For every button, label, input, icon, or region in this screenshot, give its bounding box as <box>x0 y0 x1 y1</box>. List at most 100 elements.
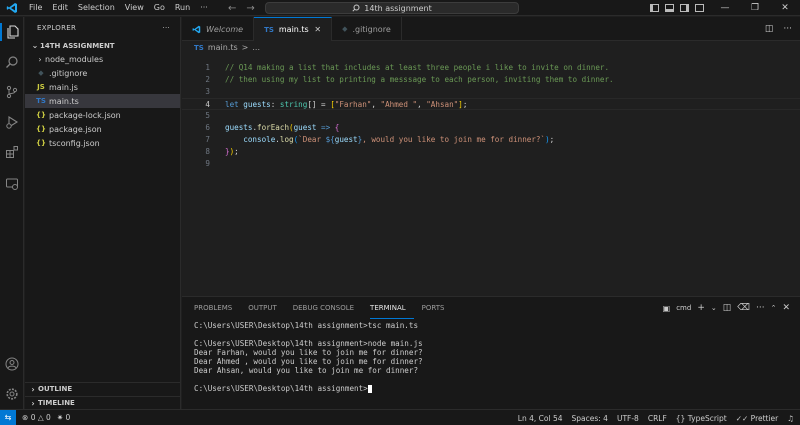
cursor-position[interactable]: Ln 4, Col 54 <box>518 414 563 423</box>
remote-indicator-icon[interactable]: ⇆ <box>0 409 16 425</box>
code-line[interactable]: 5 <box>182 110 800 122</box>
source-control-icon[interactable] <box>3 83 21 101</box>
timeline-section[interactable]: › TIMELINE <box>25 396 181 409</box>
tree-item-main-js[interactable]: JS main.js <box>25 80 180 94</box>
close-icon[interactable]: ✕ <box>314 25 321 34</box>
tree-item-gitignore[interactable]: ◆ .gitignore <box>25 66 180 80</box>
code-line[interactable]: 7 console.log(`Dear ${guest}, would you … <box>182 134 800 146</box>
indentation[interactable]: Spaces: 4 <box>572 414 608 423</box>
chevron-up-icon[interactable]: ⌃ <box>771 304 777 312</box>
remote-explorer-icon[interactable] <box>3 175 21 193</box>
close-window-icon[interactable]: ✕ <box>770 0 800 16</box>
code-line[interactable]: 1 // Q14 making a list that includes at l… <box>182 62 800 74</box>
outline-section[interactable]: › OUTLINE <box>25 382 181 395</box>
status-left: ⊗ 0 △ 0 ✷ 0 <box>16 413 70 422</box>
tree-item-tsconfig-json[interactable]: {} tsconfig.json <box>25 136 180 150</box>
tab-label: Welcome <box>206 24 244 34</box>
more-actions-icon[interactable]: ··· <box>783 24 792 34</box>
toggle-secondary-sidebar-icon[interactable] <box>680 4 689 12</box>
code-token: `Dear <box>298 135 326 144</box>
menu-more[interactable]: ··· <box>195 0 213 16</box>
activity-bar <box>0 17 24 409</box>
terminal-output[interactable]: C:\Users\USER\Desktop\14th assignment>ts… <box>194 321 423 393</box>
problems-status[interactable]: ⊗ 0 △ 0 <box>22 413 51 422</box>
restore-icon[interactable]: ❐ <box>740 0 770 16</box>
breadcrumb-more[interactable]: ... <box>252 43 260 52</box>
code-editor[interactable]: 1 // Q14 making a list that includes at l… <box>182 54 800 296</box>
account-icon[interactable] <box>3 355 21 373</box>
terminal-line: Dear Ahmed , would you like to join me f… <box>194 357 423 366</box>
tree-item-package-lock-json[interactable]: {} package-lock.json <box>25 108 180 122</box>
menu-bar: File Edit Selection View Go Run ··· <box>24 0 213 16</box>
prettier-status[interactable]: ✓✓ Prettier <box>736 414 779 423</box>
menu-view[interactable]: View <box>120 0 149 16</box>
tree-item-label: .gitignore <box>49 68 88 78</box>
more-actions-icon[interactable]: ··· <box>162 24 170 32</box>
tab-problems[interactable]: PROBLEMS <box>194 297 240 319</box>
chevron-down-icon[interactable]: ⌄ <box>711 304 717 312</box>
code-line[interactable]: 3 <box>182 86 800 98</box>
tab-gitignore[interactable]: ◆ .gitignore <box>332 17 402 41</box>
code-line[interactable]: 6 guests.forEach(guest => { <box>182 122 800 134</box>
toggle-primary-sidebar-icon[interactable] <box>650 4 659 12</box>
tab-main-ts[interactable]: TS main.ts ✕ <box>254 17 333 41</box>
ports-status[interactable]: ✷ 0 <box>57 413 70 422</box>
menu-selection[interactable]: Selection <box>73 0 120 16</box>
new-terminal-icon[interactable]: + <box>697 303 705 313</box>
workspace-folder[interactable]: ⌄ 14TH ASSIGNMENT <box>25 39 180 52</box>
explorer-header: EXPLORER ··· <box>25 17 180 39</box>
tree-item-main-ts[interactable]: TS main.ts <box>25 94 180 108</box>
notifications-bell-icon[interactable]: ♫ <box>787 414 794 423</box>
tab-welcome[interactable]: Welcome <box>182 17 255 41</box>
code-text: // then using my list to printing a mess… <box>225 74 614 86</box>
minimize-icon[interactable]: — <box>710 0 740 16</box>
extensions-icon[interactable] <box>3 143 21 161</box>
tree-item-node-modules[interactable]: › node_modules <box>25 52 180 66</box>
breadcrumb-file[interactable]: main.ts <box>208 43 238 52</box>
terminal-line: Dear Ahsan, would you like to join me fo… <box>194 366 419 375</box>
run-debug-icon[interactable] <box>3 113 21 131</box>
menu-edit[interactable]: Edit <box>47 0 73 16</box>
code-token: [] = <box>307 100 331 109</box>
manage-gear-icon[interactable] <box>3 385 21 403</box>
tree-item-package-json[interactable]: {} package.json <box>25 122 180 136</box>
menu-go[interactable]: Go <box>149 0 170 16</box>
tab-label: .gitignore <box>352 24 391 34</box>
forward-arrow-icon[interactable]: → <box>246 3 254 14</box>
customize-layout-icon[interactable] <box>695 4 704 12</box>
toggle-panel-icon[interactable] <box>665 4 674 12</box>
code-line[interactable]: 9 <box>182 158 800 170</box>
line-number: 8 <box>205 147 210 156</box>
language-mode[interactable]: {} TypeScript <box>676 414 727 423</box>
menu-file[interactable]: File <box>24 0 47 16</box>
search-icon[interactable] <box>3 53 21 71</box>
terminal-shell-name[interactable]: cmd <box>676 304 691 312</box>
chevron-right-icon: › <box>31 384 35 394</box>
encoding[interactable]: UTF-8 <box>617 414 639 423</box>
close-panel-icon[interactable]: ✕ <box>782 303 790 313</box>
line-number: 7 <box>205 135 210 144</box>
tab-terminal[interactable]: TERMINAL <box>370 297 414 319</box>
vscode-icon <box>192 25 201 33</box>
layout-controls <box>650 0 704 16</box>
end-of-line[interactable]: CRLF <box>648 414 667 423</box>
code-line[interactable]: 8}); <box>182 146 800 158</box>
tab-output[interactable]: OUTPUT <box>248 297 285 319</box>
code-line[interactable]: 2 // then using my list to printing a mes… <box>182 74 800 86</box>
tree-item-label: package-lock.json <box>49 110 121 120</box>
split-terminal-icon[interactable]: ◫ <box>723 303 732 313</box>
code-line-current[interactable]: 4 let guests: string[] = ["Farhan", "Ahme… <box>182 98 800 110</box>
back-arrow-icon[interactable]: ← <box>228 3 236 14</box>
more-actions-icon[interactable]: ··· <box>756 303 765 313</box>
code-token: forEach <box>257 123 290 132</box>
command-center-search[interactable]: 14th assignment <box>265 2 519 14</box>
tab-label: main.ts <box>278 25 309 34</box>
explorer-icon[interactable] <box>0 23 24 41</box>
split-editor-icon[interactable]: ◫ <box>765 24 774 34</box>
status-bar: ⇆ ⊗ 0 △ 0 ✷ 0 Ln 4, Col 54 Spaces: 4 UTF… <box>0 409 800 425</box>
tab-debug-console[interactable]: DEBUG CONSOLE <box>293 297 362 319</box>
terminal-line: C:\Users\USER\Desktop\14th assignment>ts… <box>194 321 419 330</box>
menu-run[interactable]: Run <box>170 0 195 16</box>
trash-icon[interactable]: ⌫ <box>737 303 750 313</box>
tab-ports[interactable]: PORTS <box>422 297 453 319</box>
